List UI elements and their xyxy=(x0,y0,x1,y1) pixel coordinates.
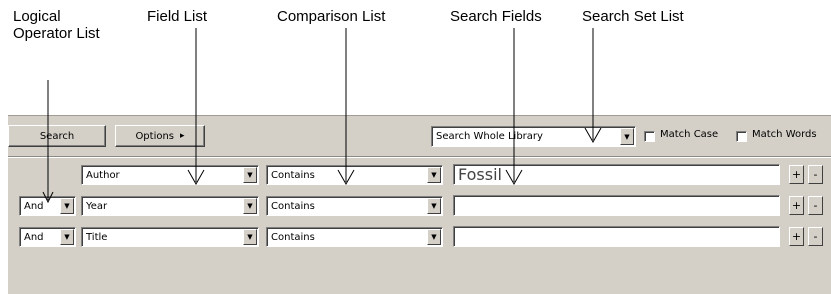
search-button-label: Search xyxy=(39,130,75,142)
remove-row-button[interactable]: - xyxy=(808,196,823,215)
callout-comparison-list: Comparison List xyxy=(277,8,386,25)
add-row-button[interactable]: + xyxy=(789,196,804,215)
plus-icon: + xyxy=(791,168,802,181)
chevron-down-icon[interactable]: ▼ xyxy=(60,198,74,214)
logical-operator-value: And xyxy=(24,200,44,212)
search-panel: Search Options ▸ Search Whole Library ▼ … xyxy=(8,115,831,294)
chevron-down-icon[interactable]: ▼ xyxy=(427,229,441,245)
remove-row-button[interactable]: - xyxy=(808,227,823,246)
toolbar-divider xyxy=(8,156,831,158)
search-set-dropdown[interactable]: Search Whole Library ▼ xyxy=(431,126,636,147)
chevron-down-icon[interactable]: ▼ xyxy=(427,167,441,183)
callout-search-fields: Search Fields xyxy=(450,8,542,25)
search-set-value: Search Whole Library xyxy=(436,131,543,142)
chevron-down-icon[interactable]: ▼ xyxy=(60,229,74,245)
search-term-input[interactable]: Fossil xyxy=(453,164,780,185)
match-words-label: Match Words xyxy=(752,129,817,140)
logical-operator-dropdown[interactable]: And ▼ xyxy=(19,227,76,247)
comparison-list-value: Contains xyxy=(271,231,315,243)
field-list-value: Year xyxy=(86,200,108,212)
field-list-dropdown[interactable]: Author ▼ xyxy=(81,165,259,185)
comparison-list-value: Contains xyxy=(271,169,315,181)
search-button[interactable]: Search xyxy=(8,125,106,147)
field-list-value: Author xyxy=(86,169,120,181)
remove-row-button[interactable]: - xyxy=(808,165,823,184)
minus-icon: - xyxy=(813,199,818,212)
comparison-list-dropdown[interactable]: Contains ▼ xyxy=(266,227,443,247)
field-list-value: Title xyxy=(86,231,108,243)
match-words-checkbox[interactable] xyxy=(736,131,747,142)
search-term-input[interactable] xyxy=(453,226,780,247)
callout-logical-line1: Logical xyxy=(13,8,61,25)
callout-search-set-list: Search Set List xyxy=(582,8,684,25)
minus-icon: - xyxy=(813,168,818,181)
search-term-input[interactable] xyxy=(453,195,780,216)
match-case-label: Match Case xyxy=(660,129,719,140)
chevron-down-icon[interactable]: ▼ xyxy=(427,198,441,214)
comparison-list-dropdown[interactable]: Contains ▼ xyxy=(266,196,443,216)
comparison-list-dropdown[interactable]: Contains ▼ xyxy=(266,165,443,185)
options-button-label: Options xyxy=(135,130,175,142)
options-arrow-icon: ▸ xyxy=(180,131,185,141)
field-list-dropdown[interactable]: Title ▼ xyxy=(81,227,259,247)
plus-icon: + xyxy=(791,199,802,212)
add-row-button[interactable]: + xyxy=(789,227,804,246)
match-case-checkbox[interactable] xyxy=(644,131,655,142)
plus-icon: + xyxy=(791,230,802,243)
options-button[interactable]: Options ▸ xyxy=(115,125,205,147)
callout-logical-line2: Operator List xyxy=(13,25,100,42)
callout-logical-operator-list: Logical Operator List xyxy=(13,8,100,42)
callout-field-list: Field List xyxy=(147,8,208,25)
comparison-list-value: Contains xyxy=(271,200,315,212)
minus-icon: - xyxy=(813,230,818,243)
chevron-down-icon[interactable]: ▼ xyxy=(243,198,257,214)
search-term-value: Fossil xyxy=(458,165,502,184)
chevron-down-icon[interactable]: ▼ xyxy=(243,167,257,183)
add-row-button[interactable]: + xyxy=(789,165,804,184)
chevron-down-icon[interactable]: ▼ xyxy=(620,128,634,145)
field-list-dropdown[interactable]: Year ▼ xyxy=(81,196,259,216)
chevron-down-icon[interactable]: ▼ xyxy=(243,229,257,245)
logical-operator-value: And xyxy=(24,231,44,243)
logical-operator-dropdown[interactable]: And ▼ xyxy=(19,196,76,216)
